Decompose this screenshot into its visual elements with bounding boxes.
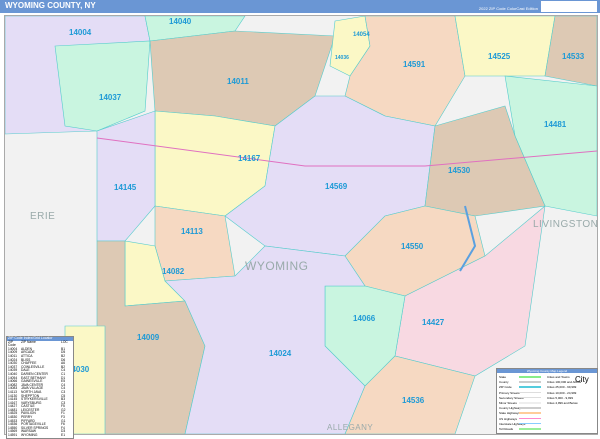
zip-label: 14530 bbox=[448, 166, 471, 175]
zip-label: 14011 bbox=[227, 77, 249, 86]
legend-line-swatch bbox=[519, 407, 541, 409]
county-label: WYOMING bbox=[245, 259, 309, 273]
legend-item: ZIP Code bbox=[499, 385, 512, 390]
zip-label: 14536 bbox=[402, 396, 425, 405]
edition-label: 2022 ZIP Code ColorCast Edition bbox=[478, 6, 538, 11]
zip-label: 14481 bbox=[544, 120, 567, 129]
zip-label: 14024 bbox=[269, 349, 292, 358]
zip-label: 14113 bbox=[181, 227, 203, 236]
legend-line-swatch bbox=[519, 417, 541, 420]
legend-item: State Highways bbox=[499, 411, 520, 416]
neighbor-label-allegany: ALLEGANY bbox=[327, 423, 374, 432]
legend-item: State bbox=[499, 375, 507, 379]
zip-label: 14066 bbox=[353, 314, 376, 323]
legend-line-swatch bbox=[519, 412, 541, 414]
legend-city-item: Cities and Towns bbox=[547, 375, 570, 379]
zip-14525 bbox=[454, 16, 556, 77]
legend-line-swatch bbox=[519, 402, 541, 404]
zip-label: 14037 bbox=[99, 93, 122, 102]
legend-city-item: Cities 10,000 - 24,999 bbox=[547, 390, 577, 395]
zip-label: 14167 bbox=[238, 154, 261, 163]
legend-item: US Highways bbox=[499, 416, 518, 421]
legend-line-swatch bbox=[519, 381, 541, 383]
city-sample: City bbox=[575, 375, 589, 384]
publisher-logo bbox=[541, 1, 597, 12]
legend-line-swatch bbox=[519, 391, 541, 394]
legend-line-swatch bbox=[519, 422, 541, 425]
header-bar: WYOMING COUNTY, NY 2022 ZIP Code ColorCa… bbox=[0, 0, 600, 13]
legend-item: Minor Streets bbox=[499, 401, 517, 405]
zip-label: 14082 bbox=[162, 267, 185, 276]
legend-line-swatch bbox=[519, 428, 541, 430]
zip-label: 14550 bbox=[401, 242, 424, 251]
zip-label: 14569 bbox=[325, 182, 348, 191]
legend-item: Primary Streets bbox=[499, 390, 520, 395]
legend-line-swatch bbox=[519, 396, 541, 399]
zip-label: 14591 bbox=[403, 60, 426, 69]
legend-city-item: Cities 25,000 - 99,999 bbox=[547, 385, 577, 390]
zip-label: 14145 bbox=[114, 183, 137, 192]
legend-item: Toll Roads bbox=[499, 427, 514, 431]
zip-label: 14036 bbox=[335, 55, 349, 61]
zip-label: 14427 bbox=[422, 318, 445, 327]
map-legend: Wyoming County Map Legend State County ZIP… bbox=[496, 368, 598, 434]
zip-label: 14533 bbox=[562, 52, 585, 61]
zip-label: 14054 bbox=[353, 32, 370, 38]
legend-item: County bbox=[499, 380, 509, 385]
zip-label: 14004 bbox=[69, 28, 92, 37]
zip-label: 14525 bbox=[488, 52, 511, 61]
legend-line-swatch bbox=[519, 386, 541, 388]
zip-locator-table: ZIP Code Index/Grid Locator ZIP Code ZIP … bbox=[6, 336, 74, 439]
neighbor-label-livingston: LIVINGSTON bbox=[533, 219, 598, 230]
legend-line-swatch bbox=[519, 376, 541, 378]
legend-city-item: Cities 5,000 - 9,999 bbox=[547, 395, 574, 400]
neighbor-label-erie: ERIE bbox=[30, 211, 56, 222]
zip-label: 14009 bbox=[137, 333, 160, 342]
zip-label: 14040 bbox=[169, 17, 192, 26]
legend-title: Wyoming County Map Legend bbox=[497, 369, 597, 373]
legend-city-item: Cities 4,999 and Below bbox=[547, 401, 578, 405]
map-title: WYOMING COUNTY, NY bbox=[5, 1, 96, 10]
